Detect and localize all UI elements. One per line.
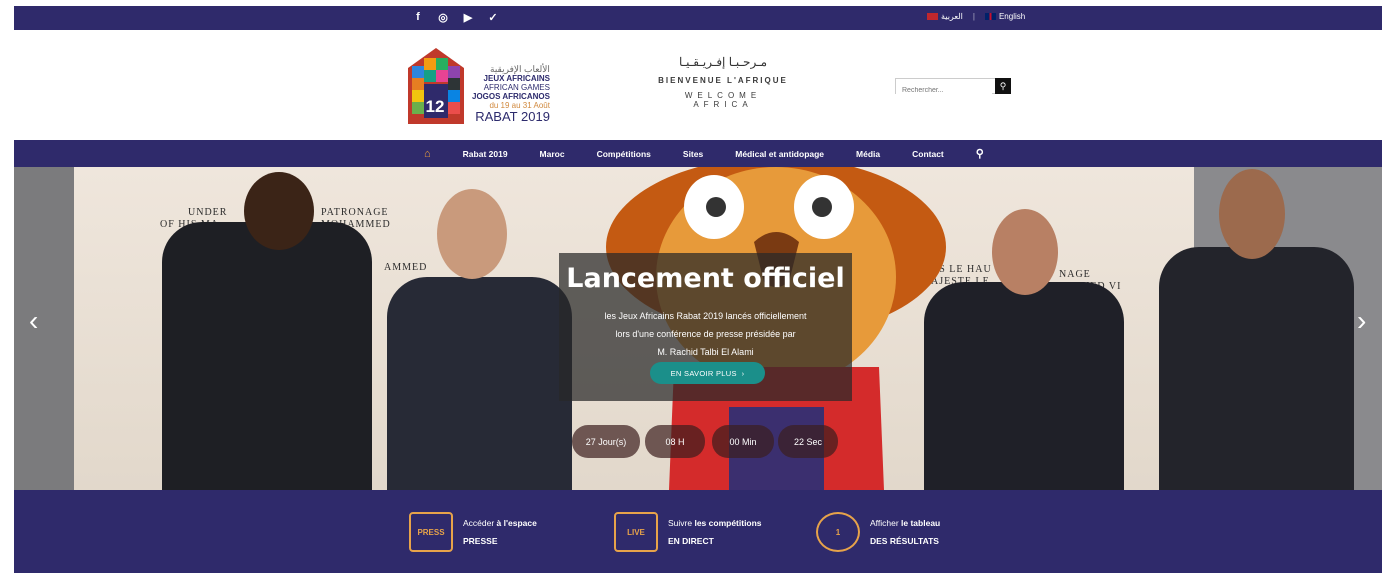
- results-link[interactable]: 1 Afficher le tableau DES RÉSULTATS: [816, 512, 940, 552]
- logo-line-en: AFRICAN GAMES: [483, 83, 550, 92]
- read-more-label: EN SAVOIR PLUS: [670, 368, 737, 378]
- countdown-days: 27 Jour(s): [572, 425, 640, 458]
- slide-text: les Jeux Africains Rabat 2019 lancés off…: [579, 307, 832, 361]
- slide-text-line: lors d'une conférence de presse présidée…: [615, 329, 796, 339]
- search-icon[interactable]: ⚲: [995, 78, 1011, 94]
- morocco-flag-icon: [927, 13, 938, 21]
- press-link-sub: PRESSE: [463, 536, 498, 546]
- welcome-english: WELCOME AFRICA: [684, 91, 762, 109]
- logo-line-fr: JEUX AFRICAINS: [483, 74, 550, 83]
- read-more-button[interactable]: EN SAVOIR PLUS ›: [650, 362, 765, 384]
- search-input[interactable]: [896, 83, 992, 98]
- person-1-head: [244, 172, 314, 250]
- person-4: [1159, 247, 1354, 490]
- main-nav: ⌂ Rabat 2019 Maroc Compétitions Sites Mé…: [14, 140, 1382, 167]
- slide-text-line: M. Rachid Talbi El Alami: [657, 347, 754, 357]
- chevron-right-icon: ›: [741, 368, 745, 378]
- countdown-seconds: 22 Sec: [778, 425, 838, 458]
- lang-arabic-link[interactable]: العربية: [927, 12, 963, 21]
- nav-search-icon[interactable]: ⚲: [976, 147, 984, 160]
- press-link-text: Accéder à l'espace PRESSE: [463, 514, 537, 550]
- nav-item-sites[interactable]: Sites: [683, 149, 703, 159]
- live-link-text: Suivre les compétitions EN DIRECT: [668, 514, 762, 550]
- page: f ◎ ▶ ✓ العربية | English 12 الألعاب الإ…: [0, 0, 1382, 573]
- person-3: [924, 282, 1124, 490]
- backdrop-text: PATRONAGE: [321, 207, 389, 218]
- site-header: 12 الألعاب الإفريقية JEUX AFRICAINS AFRI…: [14, 30, 1382, 140]
- nav-item-competitions[interactable]: Compétitions: [597, 149, 651, 159]
- welcome-arabic: مـرحـبـا إفـريـقـيـا: [678, 55, 768, 69]
- lang-english-link[interactable]: English: [984, 12, 1026, 21]
- home-icon[interactable]: ⌂: [424, 148, 431, 160]
- logo-badge-number: 12: [425, 97, 445, 116]
- logo-city: RABAT 2019: [475, 109, 550, 124]
- live-link[interactable]: LIVE Suivre les compétitions EN DIRECT: [614, 512, 762, 552]
- nav-item-rabat-2019[interactable]: Rabat 2019: [463, 149, 508, 159]
- divider: |: [972, 12, 975, 21]
- nav-item-media[interactable]: Média: [856, 149, 880, 159]
- person-2-head: [437, 189, 507, 279]
- results-link-bold: le tableau: [901, 518, 941, 528]
- lang-arabic-label: العربية: [941, 12, 963, 21]
- hero-slider: UNDER OF HIS MA PATRONAGE MOHAMMED AMMED…: [14, 167, 1382, 490]
- header-search: ⚲: [895, 78, 1011, 98]
- instagram-icon[interactable]: ◎: [436, 10, 450, 24]
- logo-line-pt: JOGOS AFRICANOS: [472, 92, 550, 101]
- slide-caption: Lancement officiel les Jeux Africains Ra…: [559, 253, 852, 401]
- nav-item-medical[interactable]: Médical et antidopage: [735, 149, 824, 159]
- person-4-head: [1219, 169, 1285, 259]
- twitter-icon[interactable]: ✓: [486, 10, 500, 24]
- language-switcher: العربية | English: [927, 12, 1025, 21]
- results-link-sub: DES RÉSULTATS: [870, 536, 939, 546]
- social-links: f ◎ ▶ ✓: [411, 10, 500, 24]
- top-bar: f ◎ ▶ ✓ العربية | English: [14, 6, 1382, 30]
- backdrop-text: NAGE: [1059, 269, 1091, 280]
- countdown-hours: 08 H: [645, 425, 705, 458]
- hero-wall-left: [14, 167, 74, 490]
- press-link-bold: à l'espace: [496, 518, 537, 528]
- countdown-minutes: 00 Min: [712, 425, 774, 458]
- person-3-head: [992, 209, 1058, 295]
- uk-flag-icon: [984, 13, 996, 21]
- logo-arabic: الألعاب الإفريقية: [490, 64, 550, 74]
- live-icon: LIVE: [614, 512, 658, 552]
- press-link-pre: Accéder: [463, 518, 497, 528]
- person-2: [387, 277, 572, 490]
- nav-item-maroc[interactable]: Maroc: [540, 149, 565, 159]
- backdrop-text: AMMED: [384, 262, 428, 273]
- welcome-french: BIENVENUE L'AFRIQUE: [658, 76, 788, 85]
- logo-text: الألعاب الإفريقية JEUX AFRICAINS AFRICAN…: [472, 65, 550, 124]
- slider-prev-arrow[interactable]: ‹: [29, 305, 38, 337]
- live-link-pre: Suivre: [668, 518, 695, 528]
- press-link[interactable]: PRESS Accéder à l'espace PRESSE: [409, 512, 537, 552]
- nav-item-contact[interactable]: Contact: [912, 149, 944, 159]
- press-icon: PRESS: [409, 512, 453, 552]
- facebook-icon[interactable]: f: [411, 10, 425, 24]
- slide-text-line: les Jeux Africains Rabat 2019 lancés off…: [604, 311, 807, 321]
- medal-icon: 1: [816, 512, 860, 552]
- live-link-sub: EN DIRECT: [668, 536, 714, 546]
- person-1: [162, 222, 372, 490]
- lang-english-label: English: [998, 12, 1026, 21]
- backdrop-text: UNDER: [188, 207, 228, 218]
- results-link-text: Afficher le tableau DES RÉSULTATS: [870, 514, 940, 550]
- welcome-tagline: مـرحـبـا إفـريـقـيـا BIENVENUE L'AFRIQUE…: [653, 55, 793, 109]
- youtube-icon[interactable]: ▶: [461, 10, 475, 24]
- slide-title: Lancement officiel: [566, 263, 845, 294]
- quick-links-bar: PRESS Accéder à l'espace PRESSE LIVE Sui…: [14, 490, 1382, 573]
- slider-next-arrow[interactable]: ›: [1357, 305, 1366, 337]
- live-link-bold: les compétitions: [694, 518, 762, 528]
- results-link-pre: Afficher: [870, 518, 902, 528]
